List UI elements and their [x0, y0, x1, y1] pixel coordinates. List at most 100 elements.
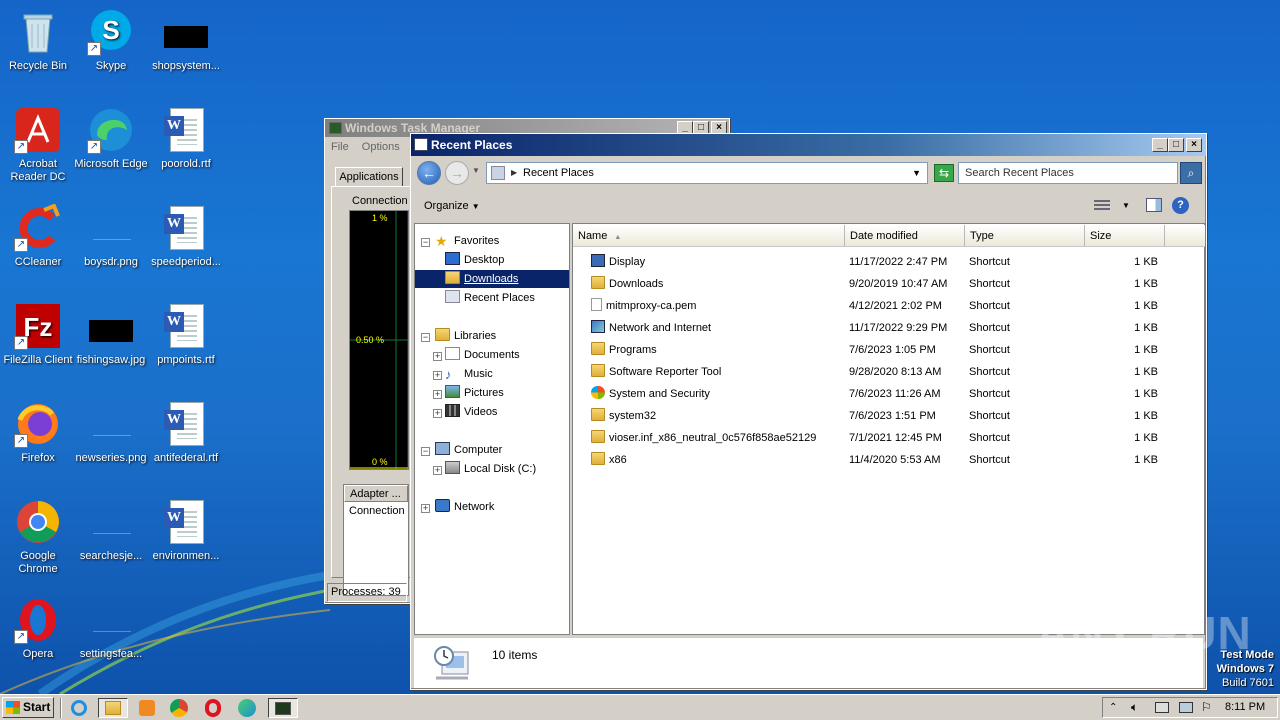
desktop-icon-fishingsaw[interactable]: fishingsaw.jpg	[73, 302, 149, 367]
display-tray-icon[interactable]	[1179, 702, 1193, 713]
search-input[interactable]: Search Recent Places	[958, 162, 1178, 184]
desktop-icon-pmpoints[interactable]: W pmpoints.rtf	[148, 302, 224, 367]
tm-adapter-col-header[interactable]: Adapter ...	[344, 485, 408, 502]
desktop-icon-poorold[interactable]: W poorold.rtf	[148, 106, 224, 171]
nav-computer[interactable]: Computer	[435, 441, 502, 459]
forward-button[interactable]: →	[445, 161, 469, 185]
nav-videos[interactable]: Videos	[445, 403, 497, 421]
maximize-button[interactable]: □	[1168, 138, 1184, 152]
media-player-taskbar-icon[interactable]	[136, 698, 158, 718]
desktop-icon-environmen[interactable]: W environmen...	[148, 498, 224, 563]
nav-local-disk[interactable]: Local Disk (C:)	[445, 460, 536, 478]
expander-pictures[interactable]: +	[433, 390, 442, 399]
desktop-icon-acrobat[interactable]: ↗ Acrobat Reader DC	[0, 106, 76, 184]
opera-taskbar-icon[interactable]	[202, 698, 224, 718]
desktop-icon-antifederal[interactable]: W antifederal.rtf	[148, 400, 224, 465]
expander-documents[interactable]: +	[433, 352, 442, 361]
address-bar[interactable]: ▶ Recent Places ▼	[486, 162, 928, 184]
file-row[interactable]: vioser.inf_x86_neutral_0c576f858ae52129 7…	[573, 427, 1204, 449]
desktop-icon-speedperiod[interactable]: W speedperiod...	[148, 204, 224, 269]
history-dropdown-icon[interactable]: ▼	[472, 166, 480, 175]
task-manager-taskbar-icon[interactable]	[268, 698, 298, 718]
refresh-button[interactable]: ⇆	[934, 164, 954, 182]
file-row[interactable]: Display 11/17/2022 2:47 PM Shortcut 1 KB	[573, 251, 1204, 273]
blank-image-icon	[87, 204, 135, 252]
nav-desktop[interactable]: Desktop	[445, 251, 504, 269]
file-row[interactable]: Downloads 9/20/2019 10:47 AM Shortcut 1 KB	[573, 273, 1204, 295]
explorer-taskbar-icon[interactable]	[98, 698, 128, 718]
minimize-button[interactable]: _	[1152, 138, 1168, 152]
desktop-icon-filezilla[interactable]: Fz ↗ FileZilla Client	[0, 302, 76, 367]
desktop-icon-boysdr[interactable]: boysdr.png	[73, 204, 149, 269]
file-name-cell: Programs	[591, 339, 657, 361]
nav-documents[interactable]: Documents	[445, 346, 520, 364]
desktop-icon-skype[interactable]: S ↗ Skype	[73, 8, 149, 73]
tm-adapter-row[interactable]: Connection	[344, 502, 408, 520]
file-list-pane[interactable]: Name ▲ Date modified Type Size Display 11…	[572, 223, 1205, 635]
organize-button[interactable]: Organize ▼	[424, 192, 480, 221]
desktop-icon-chrome[interactable]: Google Chrome	[0, 498, 76, 576]
expander-favorites[interactable]: −	[421, 238, 430, 247]
nav-recent-places[interactable]: Recent Places	[445, 289, 535, 307]
column-header-type[interactable]: Type	[965, 225, 1085, 247]
desktop-icon-settingsfea[interactable]: settingsfea...	[73, 596, 149, 661]
desktop-icon-searchesje[interactable]: searchesje...	[73, 498, 149, 563]
expander-computer[interactable]: −	[421, 447, 430, 456]
desktop-icon-shopsystem[interactable]: shopsystem...	[148, 8, 224, 73]
desktop-icon-newseries[interactable]: newseries.png	[73, 400, 149, 465]
start-button[interactable]: Start	[2, 697, 54, 718]
show-hidden-icons-icon[interactable]: ⌃	[1109, 698, 1117, 717]
column-header-name[interactable]: Name ▲	[573, 225, 845, 247]
tm-menu-file[interactable]: File	[331, 141, 349, 153]
nav-favorites[interactable]: ★ Favorites	[435, 232, 499, 250]
back-button[interactable]: ←	[417, 161, 441, 185]
edge-taskbar-icon[interactable]	[236, 698, 258, 718]
network-tray-icon[interactable]	[1155, 702, 1169, 713]
blank-image-icon	[87, 498, 135, 546]
chrome-taskbar-icon[interactable]	[168, 698, 190, 718]
file-row[interactable]: system32 7/6/2023 1:51 PM Shortcut 1 KB	[573, 405, 1204, 427]
file-row[interactable]: x86 11/4/2020 5:53 AM Shortcut 1 KB	[573, 449, 1204, 471]
expander-local-disk[interactable]: +	[433, 466, 442, 475]
desktop-icon-firefox[interactable]: ↗ Firefox	[0, 400, 76, 465]
nav-pictures[interactable]: Pictures	[445, 384, 504, 402]
nav-libraries[interactable]: Libraries	[435, 327, 496, 345]
nav-network[interactable]: Network	[435, 498, 494, 516]
file-row[interactable]: Software Reporter Tool 9/28/2020 8:13 AM S…	[573, 361, 1204, 383]
desktop-icon-edge[interactable]: ↗ Microsoft Edge	[73, 106, 149, 171]
shortcut-arrow-icon: ↗	[87, 42, 101, 56]
address-dropdown-icon[interactable]: ▼	[912, 163, 921, 183]
tm-adapter-list[interactable]: Adapter ... Connection	[343, 484, 409, 596]
search-icon[interactable]: ⌕	[1180, 162, 1202, 184]
explorer-titlebar[interactable]: Recent Places _ □ ×	[411, 134, 1206, 156]
black-image-icon	[162, 8, 210, 56]
file-row[interactable]: System and Security 7/6/2023 11:26 AM Shor…	[573, 383, 1204, 405]
expander-network[interactable]: +	[421, 504, 430, 513]
file-row[interactable]: Network and Internet 11/17/2022 9:29 PM Sh…	[573, 317, 1204, 339]
tm-menu-options[interactable]: Options	[362, 141, 400, 153]
action-center-flag-icon[interactable]: ⚐	[1201, 698, 1212, 717]
volume-icon[interactable]: 🔈︎	[1131, 698, 1138, 717]
column-header-size[interactable]: Size	[1085, 225, 1165, 247]
view-dropdown-icon[interactable]: ▼	[1122, 192, 1130, 220]
help-icon[interactable]: ?	[1172, 197, 1189, 214]
ie-taskbar-icon[interactable]	[68, 698, 90, 718]
nav-downloads[interactable]: Downloads	[415, 270, 569, 288]
desktop-icon-ccleaner[interactable]: ↗ CCleaner	[0, 203, 76, 269]
column-header-date[interactable]: Date modified	[845, 225, 965, 247]
clock[interactable]: 8:11 PM	[1225, 698, 1265, 717]
navigation-pane[interactable]: − ★ Favorites Desktop Downloads Recent Pl…	[414, 223, 570, 635]
desktop-icon-opera[interactable]: ↗ Opera	[0, 596, 76, 661]
preview-pane-icon[interactable]	[1146, 198, 1162, 212]
expander-music[interactable]: +	[433, 371, 442, 380]
close-button[interactable]: ×	[1186, 138, 1202, 152]
tm-tab-applications[interactable]: Applications	[335, 167, 403, 187]
address-chevron-icon[interactable]: ▶	[511, 163, 517, 183]
view-options-icon[interactable]	[1094, 200, 1110, 212]
expander-libraries[interactable]: −	[421, 333, 430, 342]
file-row[interactable]: mitmproxy-ca.pem 4/12/2021 2:02 PM Shortcu…	[573, 295, 1204, 317]
desktop-icon-recycle-bin[interactable]: Recycle Bin	[0, 8, 76, 73]
expander-videos[interactable]: +	[433, 409, 442, 418]
nav-music[interactable]: ♪ Music	[445, 365, 493, 383]
file-row[interactable]: Programs 7/6/2023 1:05 PM Shortcut 1 KB	[573, 339, 1204, 361]
